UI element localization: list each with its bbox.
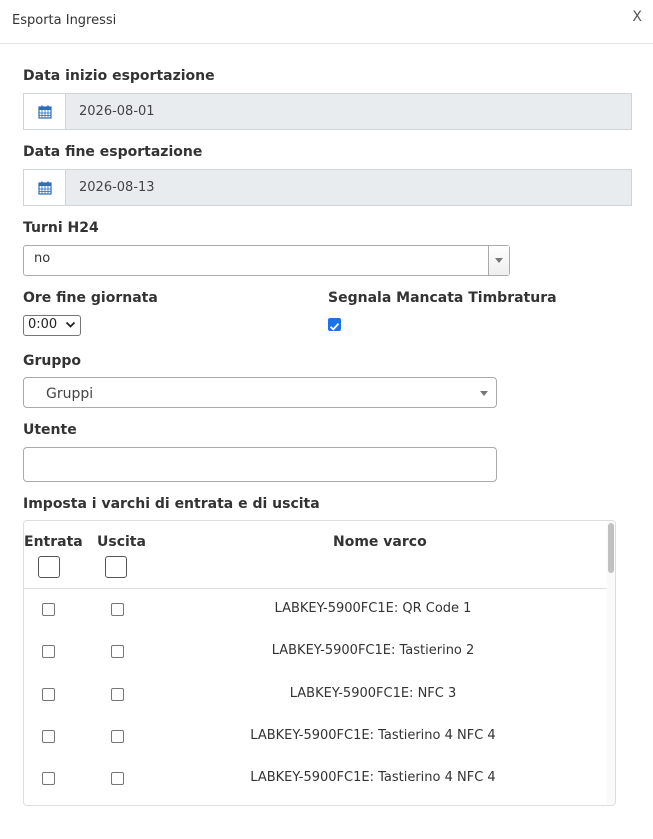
calendar-icon[interactable] (24, 94, 66, 129)
end-date-label: Data fine esportazione (23, 144, 203, 160)
end-date-field[interactable]: 2026-08-13 (23, 169, 632, 206)
chevron-down-icon[interactable] (488, 246, 509, 275)
table-row: LABKEY-5900FC1E: Tastierino 2 (24, 638, 615, 680)
gruppo-value: Gruppi (46, 386, 94, 402)
scrollbar-thumb[interactable] (608, 523, 614, 573)
entrata-checkbox[interactable] (42, 772, 55, 785)
mancata-label: Segnala Mancata Timbratura (328, 290, 557, 306)
entrata-checkbox[interactable] (42, 688, 55, 701)
chevron-down-icon (65, 321, 76, 328)
ore-fine-value: 0:00 (28, 317, 58, 332)
dialog-title: Esporta Ingressi (12, 13, 117, 28)
uscita-header: Uscita (97, 534, 146, 550)
varco-name: LABKEY-5900FC1E: Tastierino 4 NFC 4 (250, 728, 496, 743)
checkmark-icon (329, 322, 340, 331)
uscita-checkbox[interactable] (111, 603, 124, 616)
start-date-field[interactable]: 2026-08-01 (23, 93, 632, 130)
calendar-icon[interactable] (24, 170, 66, 205)
turni-label: Turni H24 (23, 220, 99, 236)
start-date-label: Data inizio esportazione (23, 68, 215, 84)
entrata-checkbox[interactable] (42, 603, 55, 616)
select-all-uscita-checkbox[interactable] (105, 556, 127, 578)
turni-value: no (34, 251, 51, 266)
uscita-checkbox[interactable] (111, 688, 124, 701)
varchi-table: Entrata Uscita Nome varco LABKEY-5900FC1… (23, 520, 616, 806)
mancata-checkbox[interactable] (328, 318, 341, 331)
utente-input[interactable] (23, 447, 497, 482)
entrata-checkbox[interactable] (42, 645, 55, 658)
table-row: LABKEY-5900FC1E: QR Code 1 (24, 596, 615, 638)
utente-label: Utente (23, 422, 77, 438)
gruppo-label: Gruppo (23, 353, 82, 369)
ore-fine-label: Ore fine giornata (23, 290, 158, 306)
ore-fine-select[interactable]: 0:00 (23, 315, 81, 336)
table-row: LABKEY-5900FC1E: Tastierino 4 NFC 4 (24, 723, 615, 765)
varco-name: LABKEY-5900FC1E: QR Code 1 (274, 601, 472, 616)
uscita-checkbox[interactable] (111, 730, 124, 743)
turni-select[interactable]: no (23, 245, 510, 276)
varco-name: LABKEY-5900FC1E: NFC 3 (289, 686, 457, 701)
caret-down-icon (480, 391, 488, 396)
table-scrollbar[interactable] (607, 521, 615, 805)
end-date-value: 2026-08-13 (79, 180, 155, 195)
gruppo-select[interactable]: Gruppi (23, 377, 497, 408)
uscita-checkbox[interactable] (111, 645, 124, 658)
table-header: Entrata Uscita Nome varco (24, 521, 615, 589)
varco-name: LABKEY-5900FC1E: Tastierino 2 (271, 643, 475, 658)
select-all-entrata-checkbox[interactable] (38, 556, 60, 578)
dialog-header: Esporta Ingressi X (0, 0, 653, 44)
entrata-header: Entrata (24, 534, 83, 550)
nome-varco-header: Nome varco (333, 534, 427, 550)
table-row: LABKEY-5900FC1E: Tastierino 4 NFC 4 (24, 765, 615, 805)
varco-name: LABKEY-5900FC1E: Tastierino 4 NFC 4 (250, 770, 496, 785)
close-button[interactable]: X (632, 9, 642, 25)
start-date-value: 2026-08-01 (79, 104, 155, 119)
table-row: LABKEY-5900FC1E: NFC 3 (24, 681, 615, 723)
varchi-label: Imposta i varchi di entrata e di uscita (23, 496, 320, 512)
uscita-checkbox[interactable] (111, 772, 124, 785)
entrata-checkbox[interactable] (42, 730, 55, 743)
